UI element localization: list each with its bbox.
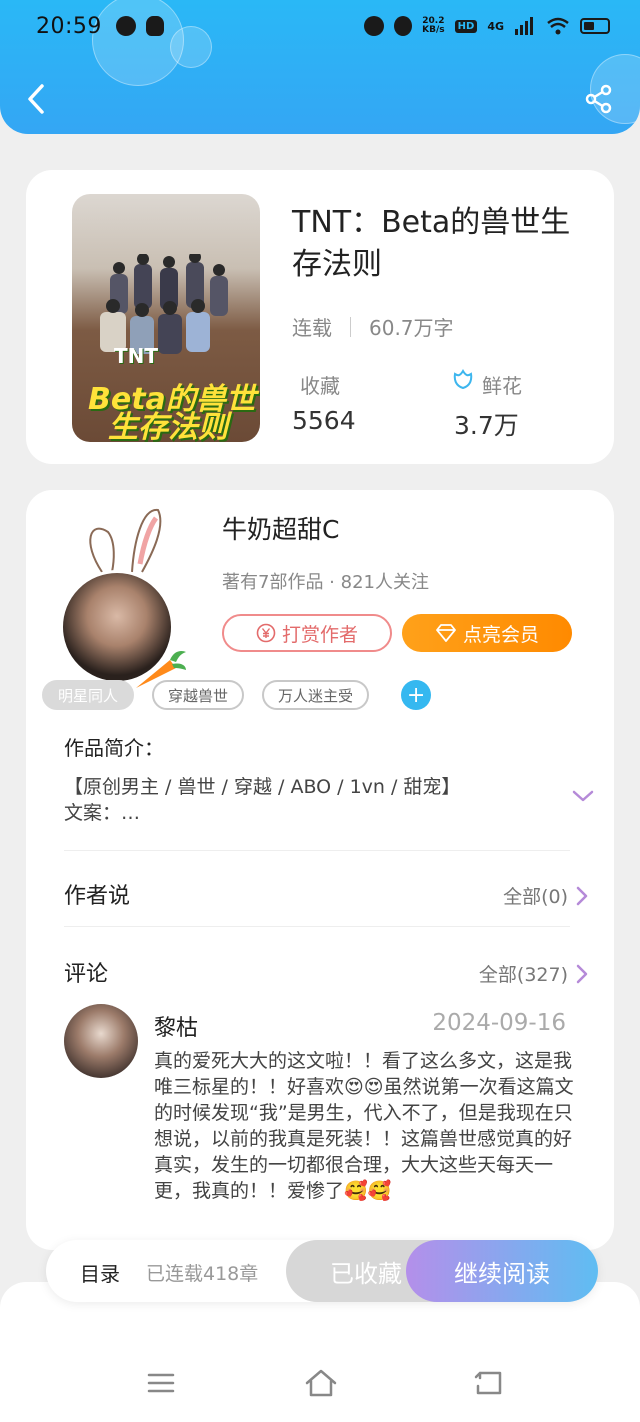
serial-status: 连载 (292, 316, 332, 340)
favorites-label: 收藏 (300, 374, 340, 398)
bunny-ears-icon (89, 508, 162, 573)
vip-button[interactable]: 点亮会员 (402, 614, 572, 652)
book-info-card: TNT Beta的兽世 生存法则 TNT：Beta的兽世生存法则 连载 60.7… (26, 170, 614, 464)
system-nav-bar (0, 1360, 640, 1410)
flower-icon (453, 369, 473, 390)
tag-item[interactable]: 穿越兽世 (152, 680, 245, 710)
continue-reading-button[interactable]: 继续阅读 (406, 1240, 598, 1302)
tag-list: 明星同人 穿越兽世 万人迷主受 + (42, 680, 432, 710)
chevron-right-icon (576, 886, 588, 905)
network-type: 4G (487, 19, 504, 33)
book-cover[interactable]: TNT Beta的兽世 生存法则 (72, 194, 260, 442)
intro-line: 文案：… (64, 802, 141, 824)
chevron-down-icon[interactable] (572, 788, 594, 804)
author-says-link-label: 全部(0) (503, 886, 568, 908)
chevron-right-icon (576, 964, 588, 983)
book-title: TNT：Beta的兽世生存法则 (292, 205, 571, 282)
tag-item[interactable]: 明星同人 (42, 680, 135, 710)
cover-illustration (100, 254, 228, 354)
yen-icon (256, 623, 276, 643)
comments-title: 评论 (64, 962, 109, 987)
home-icon[interactable] (304, 1368, 338, 1398)
hd-badge: HD (454, 19, 478, 33)
book-status-row: 连载 60.7万字 (292, 312, 454, 341)
intro-line: 【原创男主 / 兽世 / 穿越 / ABO / 1vn / 甜宠】 (64, 776, 461, 798)
qq-icon (145, 16, 164, 36)
flowers-label: 鲜花 (482, 374, 522, 398)
divider (64, 926, 570, 927)
commenter-name[interactable]: 黎枯 (154, 1010, 198, 1042)
battery-icon (580, 18, 610, 34)
cover-title-line2: 生存法则 (108, 410, 228, 442)
mute-icon (394, 16, 413, 36)
add-tag-button[interactable]: + (401, 680, 432, 710)
reward-author-button[interactable]: 打赏作者 (222, 614, 392, 652)
wifi-icon (547, 17, 569, 35)
divider (350, 316, 351, 337)
alarm-icon (364, 16, 385, 36)
comment-date: 2024-09-16 (432, 1010, 566, 1036)
share-icon[interactable] (584, 84, 614, 114)
status-bar: 20:59 20.2 KB/s HD 4G (36, 10, 610, 42)
top-header: 20:59 20.2 KB/s HD 4G (0, 0, 640, 134)
favorites-value: 5564 (292, 406, 356, 435)
net-speed-unit: KB/s (422, 25, 445, 35)
author-says-link[interactable]: 全部(0) (503, 882, 588, 909)
author-card: 牛奶超甜C 著有7部作品 · 821人关注 打赏作者 点亮会员 明星同人 穿越兽… (26, 490, 614, 1250)
word-count: 60.7万字 (369, 316, 454, 340)
action-bar: 目录 已连载418章 已收藏 继续阅读 (46, 1240, 598, 1302)
signal-icon (515, 17, 533, 35)
commenter-avatar[interactable] (64, 1004, 138, 1078)
net-speed: 20.2 KB/s (422, 17, 444, 35)
menu-icon[interactable] (146, 1368, 176, 1398)
comment-text[interactable]: 真的爱死大大的这文啦！！看了这么多文，这是我唯三标星的！！好喜欢😍😍虽然说第一次… (154, 1048, 574, 1204)
back-nav-icon[interactable] (474, 1368, 504, 1398)
chapter-count[interactable]: 已连载418章 (146, 1259, 258, 1286)
intro-text[interactable]: 【原创男主 / 兽世 / 穿越 / ABO / 1vn / 甜宠】 文案：… (64, 774, 534, 826)
vip-button-label: 点亮会员 (462, 623, 539, 646)
cover-logo: TNT (114, 344, 159, 368)
author-says-title: 作者说 (64, 884, 131, 909)
diamond-icon (436, 624, 456, 642)
author-name[interactable]: 牛奶超甜C (222, 510, 339, 546)
divider (64, 850, 570, 851)
author-avatar-wrap[interactable] (58, 508, 186, 688)
comments-link[interactable]: 全部(327) (479, 960, 588, 987)
flowers-value: 3.7万 (454, 411, 519, 440)
intro-title: 作品简介： (64, 736, 164, 760)
back-icon[interactable] (22, 82, 52, 116)
status-time: 20:59 (36, 13, 102, 39)
toc-button[interactable]: 目录 (80, 1258, 120, 1287)
tag-item[interactable]: 万人迷主受 (262, 680, 370, 710)
author-meta: 著有7部作品 · 821人关注 (222, 572, 429, 593)
globe-icon (115, 16, 136, 36)
reward-author-label: 打赏作者 (281, 623, 358, 646)
comments-link-label: 全部(327) (478, 964, 568, 986)
